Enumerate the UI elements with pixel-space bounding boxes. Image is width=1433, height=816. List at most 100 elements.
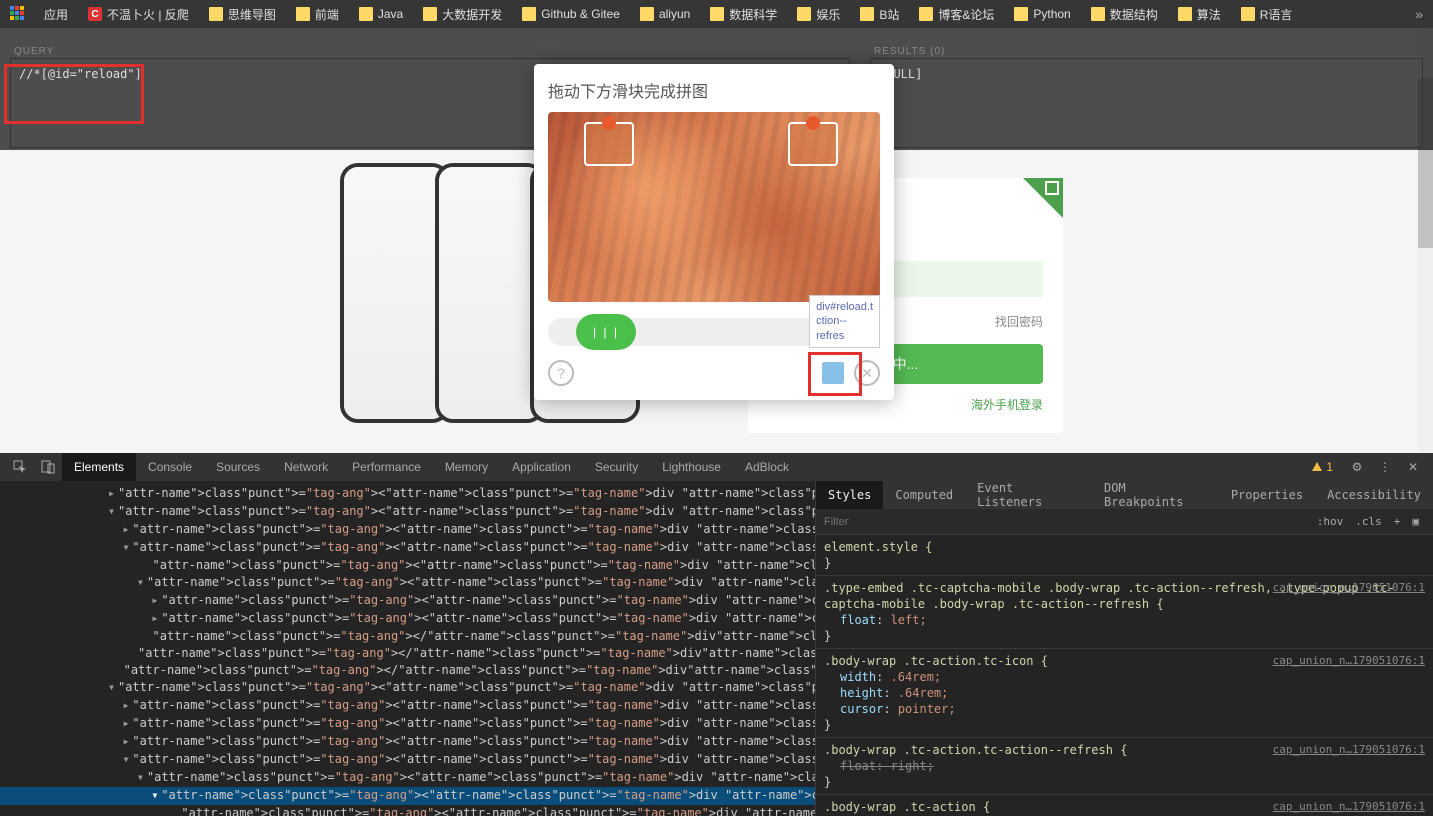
bookmark-item[interactable]: 娱乐 (789, 4, 848, 25)
toggle-sidebar-icon[interactable]: ▣ (1406, 515, 1425, 528)
bookmark-item[interactable]: 前端 (288, 4, 347, 25)
bookmark-label: 博客&论坛 (938, 6, 994, 23)
help-button[interactable]: ? (548, 360, 574, 386)
bookmark-item[interactable]: 大数据开发 (415, 4, 510, 25)
bookmark-label: Github & Gitee (541, 7, 620, 21)
qr-icon[interactable] (1023, 178, 1063, 218)
hov-toggle[interactable]: :hov (1311, 515, 1350, 528)
styles-rules[interactable]: element.style {} cap_union_n…179051076:1.… (816, 535, 1433, 816)
css-rule[interactable]: cap_union_n…179051076:1.body-wrap .tc-ac… (824, 742, 1425, 790)
element-node[interactable]: "attr-name">class"punct">="tag-ang"><"at… (0, 679, 815, 697)
element-node[interactable]: "attr-name">class"punct">="tag-ang"></"a… (0, 662, 815, 679)
styles-tab-properties[interactable]: Properties (1219, 481, 1315, 509)
folder-icon (1178, 7, 1192, 21)
devtools-tab-lighthouse[interactable]: Lighthouse (650, 453, 733, 481)
refresh-icon (822, 362, 844, 384)
devtools-tab-security[interactable]: Security (583, 453, 650, 481)
bookmark-item[interactable]: 数据科学 (702, 4, 785, 25)
bookmark-item[interactable]: aliyun (632, 5, 698, 23)
styles-filter-input[interactable] (824, 516, 1311, 528)
close-devtools-icon[interactable]: ✕ (1405, 459, 1421, 475)
bookmark-item[interactable]: Github & Gitee (514, 5, 628, 23)
folder-icon (296, 7, 310, 21)
styles-tab-dom-breakpoints[interactable]: DOM Breakpoints (1092, 481, 1219, 509)
bookmark-item[interactable]: 数据结构 (1083, 4, 1166, 25)
settings-icon[interactable]: ⚙ (1349, 459, 1365, 475)
devtools-tab-application[interactable]: Application (500, 453, 583, 481)
bookmark-item[interactable]: 算法 (1170, 4, 1229, 25)
puzzle-piece-source[interactable] (584, 122, 634, 166)
close-button[interactable]: ✕ (854, 360, 880, 386)
reload-button[interactable] (822, 362, 844, 384)
element-node[interactable]: "attr-name">class"punct">="tag-ang"><"at… (0, 805, 815, 816)
folder-icon (640, 7, 654, 21)
cls-toggle[interactable]: .cls (1349, 515, 1388, 528)
element-node[interactable]: "attr-name">class"punct">="tag-ang"><"at… (0, 715, 815, 733)
bookmark-label: 大数据开发 (442, 6, 502, 23)
element-node[interactable]: "attr-name">class"punct">="tag-ang"><"at… (0, 733, 815, 751)
element-node[interactable]: "attr-name">class"punct">="tag-ang"><"at… (0, 769, 815, 787)
element-node[interactable]: "attr-name">class"punct">="tag-ang"><"at… (0, 539, 815, 557)
folder-icon (797, 7, 811, 21)
element-node[interactable]: "attr-name">class"punct">="tag-ang"><"at… (0, 592, 815, 610)
css-rule[interactable]: element.style {} (824, 539, 1425, 571)
element-node[interactable]: "attr-name">class"punct">="tag-ang"></"a… (0, 645, 815, 662)
styles-tab-accessibility[interactable]: Accessibility (1315, 481, 1433, 509)
bookmarks-bar: 应用 C不温卜火 | 反爬思维导图前端 Java 大数据开发 Github & Git… (0, 0, 1433, 28)
bookmark-item[interactable]: C不温卜火 | 反爬 (80, 4, 197, 25)
captcha-slider-thumb[interactable]: | | | (576, 314, 636, 350)
element-node[interactable]: "attr-name">class"punct">="tag-ang"><"at… (0, 751, 815, 769)
css-rule[interactable]: cap_union_n…179051076:1.body-wrap .tc-ac… (824, 653, 1425, 733)
devtools-panel: ElementsConsoleSourcesNetworkPerformance… (0, 453, 1433, 816)
styles-tab-event-listeners[interactable]: Event Listeners (965, 481, 1092, 509)
bookmarks-overflow-icon[interactable]: » (1415, 6, 1423, 22)
apps-icon[interactable] (10, 6, 26, 22)
bookmark-item[interactable]: B站 (852, 4, 907, 25)
devtools-tab-sources[interactable]: Sources (204, 453, 272, 481)
more-icon[interactable]: ⋮ (1377, 459, 1393, 475)
styles-tab-styles[interactable]: Styles (816, 481, 883, 509)
captcha-image (548, 112, 880, 302)
devtools-tab-adblock[interactable]: AdBlock (733, 453, 801, 481)
devtools-tab-performance[interactable]: Performance (340, 453, 433, 481)
bookmark-item[interactable]: Java (351, 5, 411, 23)
element-node[interactable]: "attr-name">class"punct">="tag-ang"><"at… (0, 697, 815, 715)
bookmark-item[interactable]: 思维导图 (201, 4, 284, 25)
results-output: [NULL] (870, 58, 1423, 148)
inspect-icon[interactable] (12, 459, 28, 475)
captcha-popup: 拖动下方滑块完成拼图 | | | ? div#reload.tction--re… (534, 64, 894, 400)
element-node[interactable]: "attr-name">class"punct">="tag-ang"><"at… (0, 503, 815, 521)
bookmark-label: B站 (879, 6, 899, 23)
elements-panel[interactable]: "attr-name">class"punct">="tag-ang"><"at… (0, 481, 815, 816)
element-node[interactable]: "attr-name">class"punct">="tag-ang"><"at… (0, 485, 815, 503)
device-toggle-icon[interactable] (40, 459, 56, 475)
element-node[interactable]: "attr-name">class"punct">="tag-ang"><"at… (0, 610, 815, 628)
element-node[interactable]: "attr-name">class"punct">="tag-ang"><"at… (0, 574, 815, 592)
source-link[interactable]: cap_union_n…179051076:1 (1273, 742, 1425, 758)
element-node[interactable]: "attr-name">class"punct">="tag-ang"></"a… (0, 628, 815, 645)
folder-icon (860, 7, 874, 21)
bookmark-item[interactable]: 博客&论坛 (911, 4, 1002, 25)
warnings-badge[interactable]: 1 (1311, 460, 1333, 474)
element-node[interactable]: "attr-name">class"punct">="tag-ang"><"at… (0, 787, 815, 805)
bookmark-label: aliyun (659, 7, 690, 21)
element-node[interactable]: "attr-name">class"punct">="tag-ang"><"at… (0, 557, 815, 574)
bookmark-label: Java (378, 7, 403, 21)
css-rule[interactable]: cap_union_n…179051076:1.type-embed .tc-c… (824, 580, 1425, 644)
add-class-icon[interactable]: + (1388, 515, 1407, 528)
devtools-tab-console[interactable]: Console (136, 453, 204, 481)
source-link[interactable]: cap_union_n…179051076:1 (1273, 653, 1425, 669)
devtools-tab-elements[interactable]: Elements (62, 453, 136, 481)
source-link[interactable]: cap_union_n…179051076:1 (1273, 799, 1425, 815)
bookmark-item[interactable]: R语言 (1233, 4, 1301, 25)
apps-label[interactable]: 应用 (36, 4, 76, 25)
bookmark-label: 不温卜火 | 反爬 (107, 6, 189, 23)
bookmark-label: R语言 (1260, 6, 1293, 23)
devtools-tab-network[interactable]: Network (272, 453, 340, 481)
element-node[interactable]: "attr-name">class"punct">="tag-ang"><"at… (0, 521, 815, 539)
source-link[interactable]: cap_union_n…179051076:1 (1273, 580, 1425, 596)
bookmark-item[interactable]: Python (1006, 5, 1078, 23)
styles-tab-computed[interactable]: Computed (883, 481, 965, 509)
devtools-tab-memory[interactable]: Memory (433, 453, 500, 481)
css-rule[interactable]: cap_union_n…179051076:1.body-wrap .tc-ac… (824, 799, 1425, 816)
